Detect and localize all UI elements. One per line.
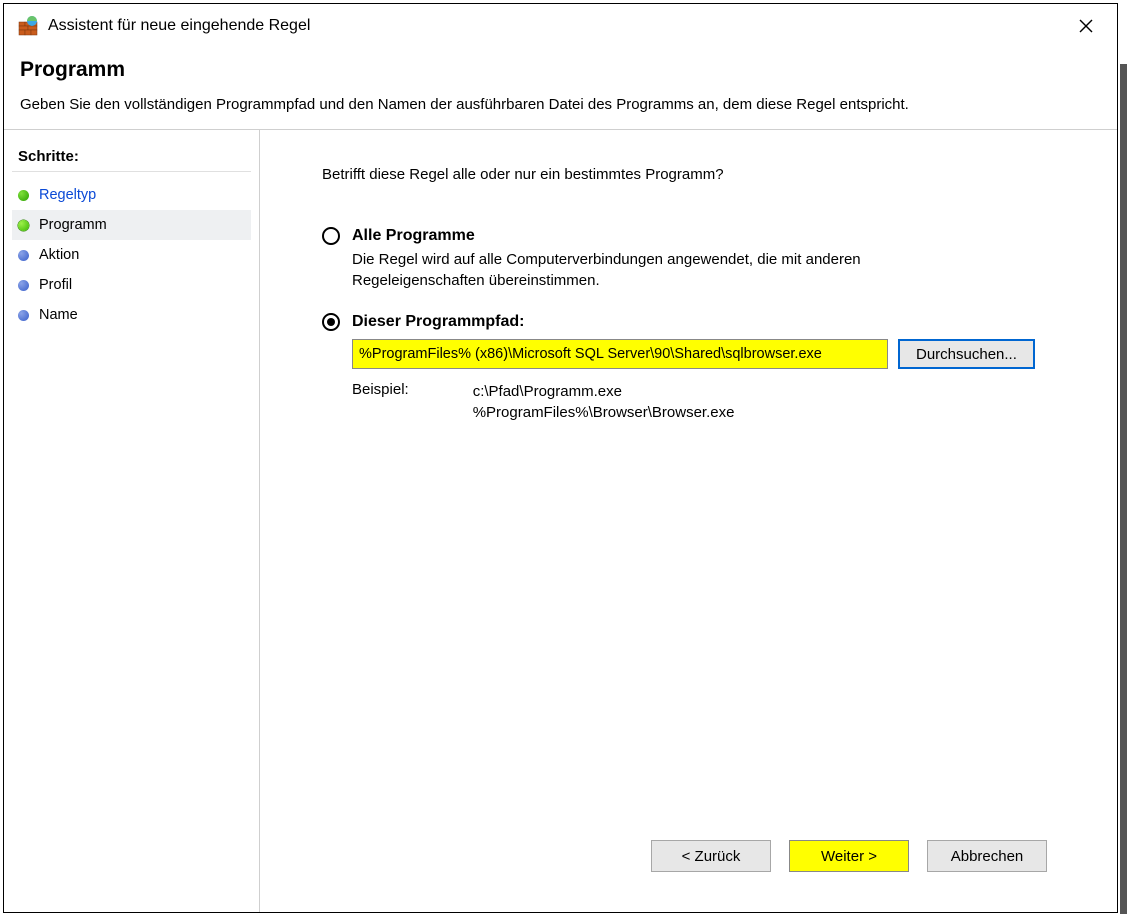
step-label: Aktion: [39, 247, 79, 263]
page-subtitle: Geben Sie den vollständigen Programmpfad…: [20, 96, 1101, 113]
step-bullet-icon: [18, 310, 29, 321]
cancel-button[interactable]: Abbrechen: [927, 840, 1047, 872]
back-button[interactable]: < Zurück: [651, 840, 771, 872]
step-label: Name: [39, 307, 78, 323]
page-title: Programm: [20, 58, 1101, 82]
firewall-icon: [18, 16, 38, 36]
window-title: Assistent für neue eingehende Regel: [48, 17, 1063, 35]
content-pane: Betrifft diese Regel alle oder nur ein b…: [260, 130, 1117, 912]
step-aktion[interactable]: Aktion: [12, 240, 251, 270]
option-program-path: Dieser Programmpfad: Durchsuchen... Beis…: [322, 313, 1077, 423]
step-bullet-icon: [18, 280, 29, 291]
step-bullet-icon: [18, 220, 29, 231]
step-name[interactable]: Name: [12, 300, 251, 330]
question-text: Betrifft diese Regel alle oder nur ein b…: [322, 166, 1077, 183]
close-icon: [1079, 19, 1093, 33]
titlebar: Assistent für neue eingehende Regel: [4, 4, 1117, 48]
wizard-body: Schritte: Regeltyp Programm Aktion Profi…: [4, 129, 1117, 912]
option-all-programs: Alle Programme Die Regel wird auf alle C…: [322, 227, 1077, 291]
steps-sidebar: Schritte: Regeltyp Programm Aktion Profi…: [4, 130, 260, 912]
example-line-1: c:\Pfad\Programm.exe: [473, 381, 735, 402]
radio-program-path[interactable]: [322, 313, 340, 331]
wizard-window: Assistent für neue eingehende Regel Prog…: [3, 3, 1118, 913]
radio-all-programs[interactable]: [322, 227, 340, 245]
option-path-label: Dieser Programmpfad:: [352, 313, 525, 331]
step-bullet-icon: [18, 250, 29, 261]
step-label: Regeltyp: [39, 187, 96, 203]
example-values: c:\Pfad\Programm.exe %ProgramFiles%\Brow…: [473, 381, 735, 423]
page-header: Programm Geben Sie den vollständigen Pro…: [4, 48, 1117, 129]
step-profil[interactable]: Profil: [12, 270, 251, 300]
steps-heading: Schritte:: [12, 144, 251, 172]
step-label: Profil: [39, 277, 72, 293]
step-programm[interactable]: Programm: [12, 210, 251, 240]
close-button[interactable]: [1063, 10, 1109, 42]
step-regeltyp[interactable]: Regeltyp: [12, 180, 251, 210]
browse-button[interactable]: Durchsuchen...: [898, 339, 1035, 369]
option-all-label: Alle Programme: [352, 227, 475, 245]
wizard-footer: < Zurück Weiter > Abbrechen: [322, 828, 1077, 892]
step-bullet-icon: [18, 190, 29, 201]
example-label: Beispiel:: [352, 381, 409, 423]
example-line-2: %ProgramFiles%\Browser\Browser.exe: [473, 402, 735, 423]
option-all-description: Die Regel wird auf alle Computerverbindu…: [352, 249, 952, 291]
program-path-input[interactable]: [352, 339, 888, 369]
step-label: Programm: [39, 217, 107, 233]
window-right-edge: [1120, 64, 1127, 914]
next-button[interactable]: Weiter >: [789, 840, 909, 872]
